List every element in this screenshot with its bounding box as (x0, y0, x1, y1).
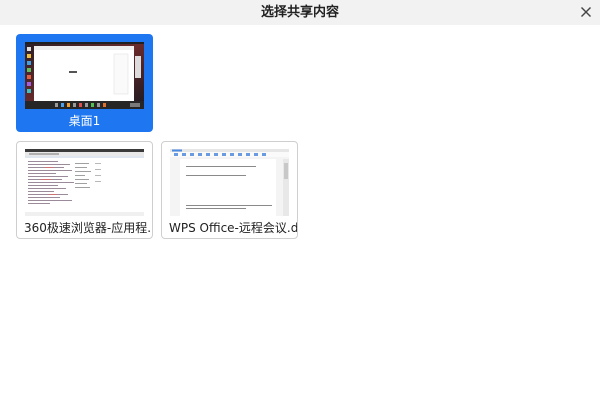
dialog-titlebar: 选择共享内容 (0, 0, 600, 25)
source-label: WPS Office-远程会议.d... (169, 221, 297, 235)
source-card-desktop[interactable]: 桌面1 (16, 34, 153, 132)
source-label: 360极速浏览器-应用程... (24, 221, 152, 235)
wps-document-thumbnail (170, 149, 289, 216)
share-content-dialog: 选择共享内容 桌面1 360极速浏览器-应用程... WPS Office-远程… (0, 0, 600, 413)
dialog-title: 选择共享内容 (260, 5, 339, 20)
desktop-screen-thumbnail (25, 42, 144, 109)
source-label: 桌面1 (68, 114, 101, 128)
browser-window-thumbnail (25, 149, 144, 216)
close-button[interactable] (577, 3, 595, 21)
source-card-wps[interactable]: WPS Office-远程会议.d... (161, 141, 298, 239)
source-card-browser[interactable]: 360极速浏览器-应用程... (16, 141, 153, 239)
close-icon (581, 7, 591, 17)
